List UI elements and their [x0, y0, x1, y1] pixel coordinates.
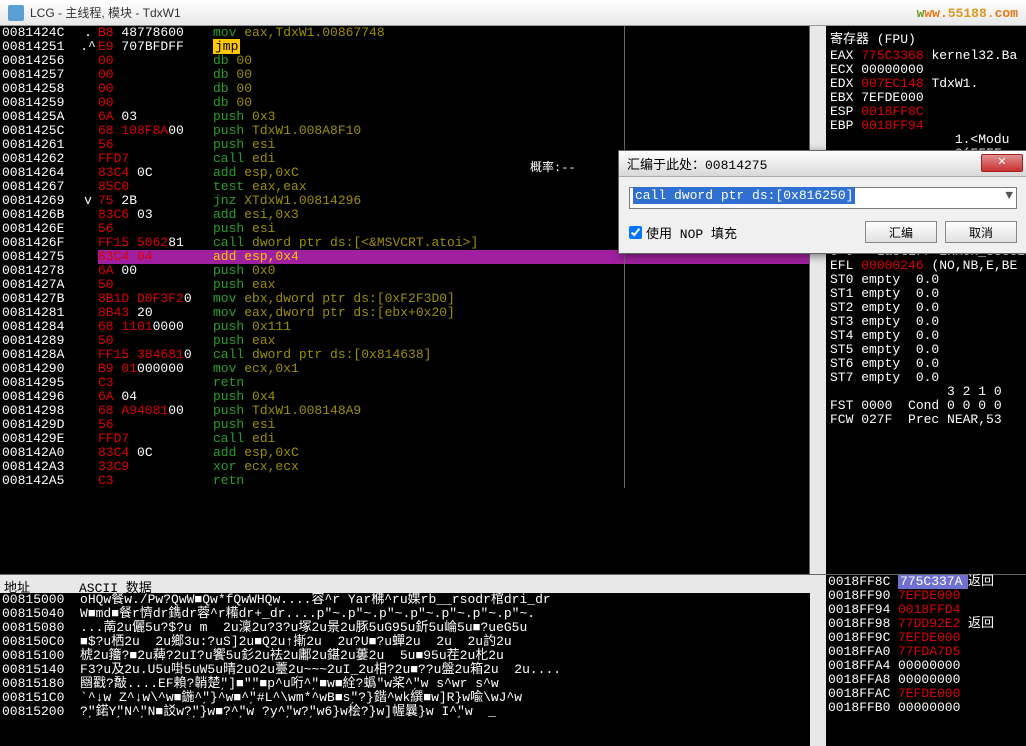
disasm-row[interactable]: 0081425A6A 03push 0x3: [0, 110, 809, 124]
disasm-row[interactable]: 0081428468 11010000push 0x111: [0, 320, 809, 334]
close-button[interactable]: ✕: [981, 154, 1023, 172]
disasm-row[interactable]: 008142A083C4 0Cadd esp,0xC: [0, 446, 809, 460]
disasm-row[interactable]: 008142966A 04push 0x4: [0, 390, 809, 404]
disasm-row[interactable]: 008142A333C9 xor ecx,ecx: [0, 460, 809, 474]
dump-row[interactable]: 00815180 圝戳?敽....EF賴?韒楚͵"]■"͵"■p^u哘^͵"■w…: [2, 677, 808, 691]
stack-panel[interactable]: 0018FF8C 775C337A 返回 0018FF907EFDE000001…: [826, 575, 1026, 746]
stack-row[interactable]: 0018FF907EFDE000: [826, 589, 1026, 603]
register-line[interactable]: ST0 empty 0.0: [830, 273, 1022, 287]
dump-row[interactable]: 00815040 W■md■餐r懠dr鐫dr蓉^r糒dr+_dr....p"~.…: [2, 607, 808, 621]
stack-row[interactable]: 0018FFA400000000: [826, 659, 1026, 673]
dump-row[interactable]: 00815200 ?͵"鍩Y͵"N^͵"N■訤w?͵"}w■?^͵"w ?y^͵…: [2, 705, 808, 719]
dialog-title: 汇编于此处：00814275: [627, 154, 767, 173]
dialog-title-bar[interactable]: 汇编于此处：00814275 ✕: [619, 151, 1026, 177]
disasm-row[interactable]: 008142A5C3 retn: [0, 474, 809, 488]
assembly-input[interactable]: call dword ptr ds:[0x816250] ▼: [629, 187, 1017, 209]
register-line[interactable]: FST 0000 Cond 0 0 0 0: [830, 399, 1022, 413]
dump-col-addr: 地址: [4, 577, 79, 591]
disasm-row[interactable]: 0081429D56 push esi: [0, 418, 809, 432]
stack-row[interactable]: 0018FFA800000000: [826, 673, 1026, 687]
disasm-row[interactable]: 0081425600 db 00: [0, 54, 809, 68]
register-line[interactable]: ST4 empty 0.0: [830, 329, 1022, 343]
dump-row[interactable]: 00815100 椃2u籒?■2u薭?2uI?u饗5u釤2u袪2u鄘2u鍖2u蔞…: [2, 649, 808, 663]
register-line[interactable]: ST2 empty 0.0: [830, 301, 1022, 315]
disasm-row[interactable]: 0081427B8B1D D0F3F20mov ebx,dword ptr ds…: [0, 292, 809, 306]
assemble-dialog: 汇编于此处：00814275 ✕ call dword ptr ds:[0x81…: [618, 150, 1026, 254]
register-line[interactable]: ST6 empty 0.0: [830, 357, 1022, 371]
memory-dump-panel[interactable]: 地址 ASCII 数据 00815000 oHQw餐w./Pw?QwW■Qw*f…: [0, 575, 810, 746]
stack-row[interactable]: 0018FFA077FDA7D5: [826, 645, 1026, 659]
cancel-button[interactable]: 取消: [945, 221, 1017, 243]
disasm-row[interactable]: 0081429EFFD7 call edi: [0, 432, 809, 446]
disasm-row[interactable]: 0081424C.B8 48778600mov eax,TdxW1.008677…: [0, 26, 809, 40]
register-line[interactable]: EDX 007EC148 TdxW1.: [830, 77, 1022, 91]
dump-row[interactable]: 00815140 F3?u及2u.U5u啩5uW5u晴2uO2u薹2u~~~2u…: [2, 663, 808, 677]
disasm-row[interactable]: 00814251.^E9 707BFDFFjmp: [0, 40, 809, 54]
nop-fill-checkbox[interactable]: 使用 NOP 填充: [629, 223, 857, 242]
register-line[interactable]: 3 2 1 0: [830, 385, 1022, 399]
register-line[interactable]: ST1 empty 0.0: [830, 287, 1022, 301]
dump-header: 地址 ASCII 数据: [0, 575, 810, 593]
stack-row[interactable]: 0018FF9877DD92E2返回: [826, 617, 1026, 631]
checkbox-input[interactable]: [629, 226, 642, 239]
assemble-button[interactable]: 汇编: [865, 221, 937, 243]
stack-row[interactable]: 0018FF9C7EFDE000: [826, 631, 1026, 645]
disasm-row[interactable]: 0081425800 db 00: [0, 82, 809, 96]
window-title: LCG - 主线程, 模块 - TdxW1: [30, 4, 181, 21]
stack-row[interactable]: 0018FFAC7EFDE000: [826, 687, 1026, 701]
disasm-row[interactable]: 0081427A50 push eax: [0, 278, 809, 292]
stack-header: 0018FF8C 775C337A 返回: [826, 575, 1026, 589]
register-line[interactable]: EBX 7EFDE000: [830, 91, 1022, 105]
register-line[interactable]: 1.<Modu: [830, 133, 1022, 147]
disasm-row[interactable]: 00814290B9 01000000mov ecx,0x1: [0, 362, 809, 376]
register-line[interactable]: EAX 775C3368 kernel32.Ba: [830, 49, 1022, 63]
registers-panel[interactable]: 寄存器 (FPU) EAX 775C3368 kernel32.BaECX 00…: [826, 26, 1026, 574]
watermark: www.55188.com: [917, 4, 1018, 21]
disasm-row[interactable]: 00814295C3 retn: [0, 376, 809, 390]
dump-row[interactable]: 008151C0 `^↓w Z^↓w\^w■鍦^͵"}^w■^͵"#L^\wm*…: [2, 691, 808, 705]
scrollbar[interactable]: [810, 26, 826, 574]
register-line[interactable]: ST7 empty 0.0: [830, 371, 1022, 385]
stack-row[interactable]: 0018FFB000000000: [826, 701, 1026, 715]
disasm-row[interactable]: 0081428950 push eax: [0, 334, 809, 348]
disasm-row[interactable]: 0081428AFF15 3846810call dword ptr ds:[0…: [0, 348, 809, 362]
scrollbar[interactable]: [810, 575, 826, 746]
disasm-row[interactable]: 008142786A 00push 0x0: [0, 264, 809, 278]
disasm-row[interactable]: 0081425700 db 00: [0, 68, 809, 82]
title-bar: LCG - 主线程, 模块 - TdxW1 www.55188.com: [0, 0, 1026, 26]
registers-title: 寄存器 (FPU): [830, 28, 1022, 47]
stack-row[interactable]: 0018FF940018FFD4: [826, 603, 1026, 617]
dump-row[interactable]: 00815000 oHQw餐w./Pw?QwW■Qw*fQwWHQw....容^…: [2, 593, 808, 607]
disassembly-panel[interactable]: 0081424C.B8 48778600mov eax,TdxW1.008677…: [0, 26, 810, 574]
disasm-row[interactable]: 0081429868 A9408100push TdxW1.008148A9: [0, 404, 809, 418]
dump-row[interactable]: 008150C0 ■$?u栖2u 2u鄉3u:?uS]2u■Q2u↑摲2u 2u…: [2, 635, 808, 649]
dump-col-ascii: ASCII 数据: [79, 577, 152, 591]
app-icon: [8, 5, 24, 21]
register-line[interactable]: ST5 empty 0.0: [830, 343, 1022, 357]
register-line[interactable]: ECX 00000000: [830, 63, 1022, 77]
disasm-row[interactable]: 0081425900 db 00: [0, 96, 809, 110]
register-line[interactable]: EFL 00000246 (NO,NB,E,BE: [830, 259, 1022, 273]
dump-row[interactable]: 00815080 ...萳2u儷5u?$?u m 2u澟2u?3?u塚2u景2u…: [2, 621, 808, 635]
register-line[interactable]: EBP 0018FF94: [830, 119, 1022, 133]
disasm-row[interactable]: 0081425C68 108F8A00push TdxW1.008A8F10: [0, 124, 809, 138]
register-line[interactable]: ST3 empty 0.0: [830, 315, 1022, 329]
probability-label: 概率:--: [530, 158, 576, 175]
disasm-row[interactable]: 008142818B43 20mov eax,dword ptr ds:[ebx…: [0, 306, 809, 320]
register-line[interactable]: ESP 0018FF8C: [830, 105, 1022, 119]
register-line[interactable]: FCW 027F Prec NEAR,53: [830, 413, 1022, 427]
